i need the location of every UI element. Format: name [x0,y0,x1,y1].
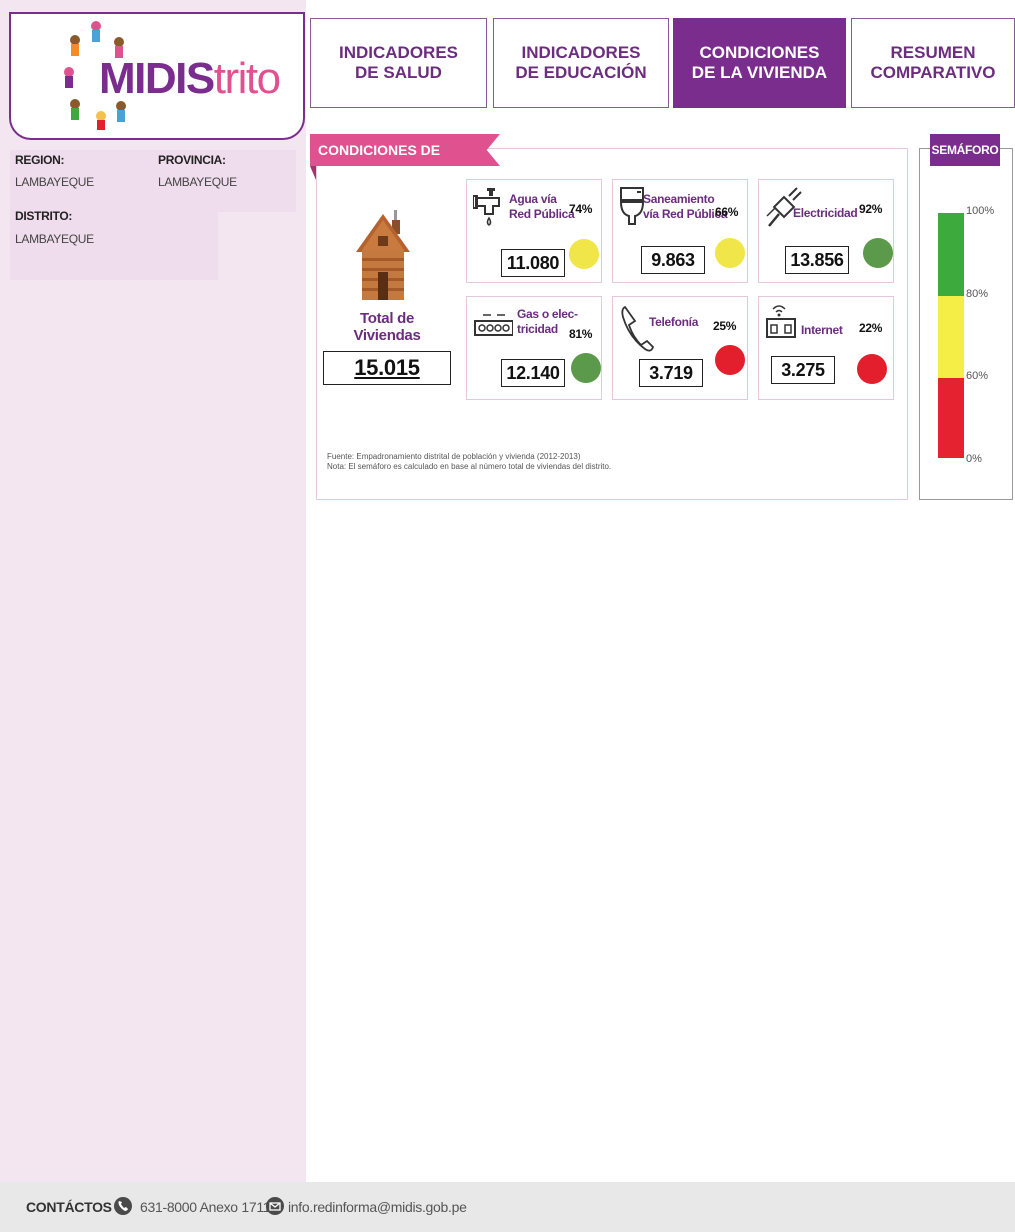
tab-condiciones-vivienda[interactable]: CONDICIONES DE LA VIVIENDA [673,18,846,108]
stove-icon [474,314,513,336]
card-label: Electricidad [793,206,858,220]
card-count: 9.863 [641,246,705,274]
card-count: 13.856 [785,246,849,274]
card-count: 3.719 [639,359,703,387]
logo-wordmark: MIDIStrito [99,54,281,104]
card-percentage: 25% [713,319,737,333]
distrito-label: DISTRITO: [15,209,73,223]
source-note: Fuente: Empadronamiento distrital de pob… [327,452,611,473]
card-internet: Internet 22% 3.275 [758,296,894,400]
tab-indicadores-educacion[interactable]: INDICADORES DE EDUCACIÓN [493,18,669,108]
semaforo-tick: 60% [966,370,989,382]
tab-resumen-comparativo[interactable]: RESUMEN COMPARATIVO [851,18,1015,108]
status-dot-red [857,354,887,384]
status-dot-green [863,238,893,268]
water-tap-icon [473,188,500,226]
phone-icon [621,305,655,352]
semaforo-band-yellow [938,296,964,378]
card-label: Internet [801,323,843,337]
internet-router-icon [766,305,796,338]
phone-number[interactable]: 631-8000 Anexo 1711 [140,1199,271,1215]
semaforo-band-red [938,378,964,458]
tab-label: INDICADORES DE SALUD [338,43,458,82]
semaforo-panel [919,148,1013,500]
card-percentage: 81% [569,327,593,341]
card-gas-electricidad: Gas o elec- tricidad 81% 12.140 [466,296,602,400]
footer: CONTÁCTOS 631-8000 Anexo 1711 info.redin… [0,1182,1015,1232]
sidebar: MIDIStrito REGION: LAMBAYEQUE PROVINCIA:… [0,0,306,1182]
card-count: 3.275 [771,356,835,384]
semaforo-tick: 80% [966,288,989,300]
tab-label: RESUMEN COMPARATIVO [870,43,996,82]
status-dot-red [715,345,745,375]
card-percentage: 66% [715,205,739,219]
distrito-value: LAMBAYEQUE [15,232,94,246]
tab-label: CONDICIONES DE LA VIVIENDA [691,43,828,82]
region-label: REGION: [15,153,65,167]
logo-text-trito: trito [213,54,281,103]
card-percentage: 74% [569,202,593,216]
provincia-label: PROVINCIA: [158,153,226,167]
card-label: Agua vía Red Pública [509,192,575,221]
semaforo-band-green [938,213,964,296]
card-percentage: 92% [859,202,883,216]
tab-label: INDICADORES DE EDUCACIÓN [515,43,647,82]
semaforo-tick: 100% [966,205,995,217]
tab-indicadores-salud[interactable]: INDICADORES DE SALUD [310,18,487,108]
note-line: Nota: El semáforo es calculado en base a… [327,462,612,472]
contacts-label: CONTÁCTOS [26,1199,112,1215]
card-label: Telefonía [649,315,699,329]
card-percentage: 22% [859,321,883,335]
house-icon [356,210,410,300]
semaforo-title: SEMÁFORO [930,134,1000,166]
email-icon [266,1197,284,1215]
status-dot-yellow [569,239,599,269]
ribbon-fold [310,166,316,180]
source-line: Fuente: Empadronamiento distrital de pob… [327,452,581,461]
section-title: CONDICIONES DE VIVIENDA [310,134,500,166]
card-telefonia: Telefonía 25% 3.719 [612,296,748,400]
phone-icon [114,1197,132,1215]
logo-text-midis: MIDIS [99,54,215,103]
card-electricidad: Electricidad 92% 13.856 [758,179,894,283]
semaforo-tick: 0% [966,453,982,465]
provincia-value: LAMBAYEQUE [158,175,237,189]
card-agua: Agua vía Red Pública 74% 11.080 [466,179,602,283]
total-viviendas-value: 15.015 [323,351,451,385]
card-count: 11.080 [501,249,565,277]
total-viviendas-label: Total de Viviendas [353,310,421,344]
card-saneamiento: Saneamiento vía Red Pública 66% 9.863 [612,179,748,283]
status-dot-green [571,353,601,383]
status-dot-yellow [715,238,745,268]
region-value: LAMBAYEQUE [15,175,94,189]
logo-panel: MIDIStrito [9,12,305,140]
email-address[interactable]: info.redinforma@midis.gob.pe [288,1199,467,1215]
card-count: 12.140 [501,359,565,387]
